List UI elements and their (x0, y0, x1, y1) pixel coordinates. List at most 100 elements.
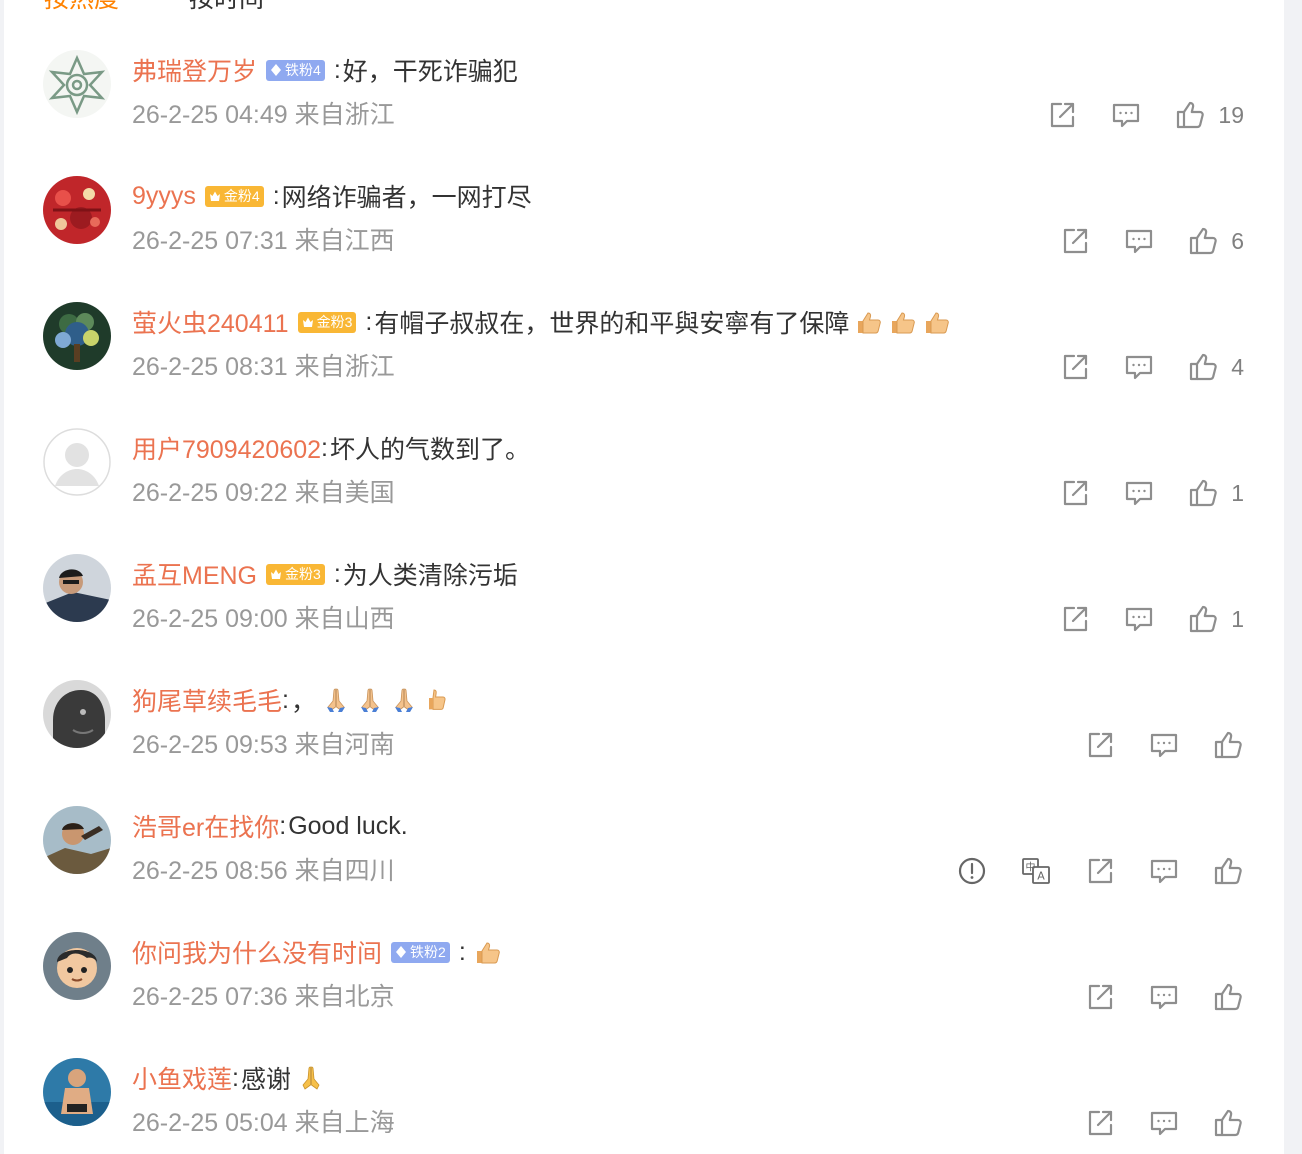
like-count: 4 (1231, 353, 1244, 380)
comment-header: 弗瑞登万岁 铁粉4 : 好，干死诈骗犯 (132, 52, 518, 88)
folded-hands-icon (356, 686, 384, 714)
comment-meta: 26-2-25 09:53 来自河南 (132, 727, 395, 763)
like-icon (1187, 477, 1219, 509)
comment-header: 孟互MENG 金粉3 : 为人类清除污垢 (132, 556, 518, 592)
comment-icon (1148, 855, 1180, 887)
share-button[interactable] (1046, 99, 1078, 131)
comment-button[interactable] (1148, 1107, 1180, 1139)
share-button[interactable] (1084, 729, 1116, 761)
username-link[interactable]: 9yyys (132, 182, 196, 211)
comment-item: 你问我为什么没有时间 铁粉2 : 26-2-25 07:36 来自北京 (4, 932, 1284, 1058)
comment-item: 孟互MENG 金粉3 : 为人类清除污垢 26-2-25 09:00 来自山西 1 (4, 554, 1284, 680)
comment-meta: 26-2-25 04:49 来自浙江 (132, 97, 395, 133)
like-button[interactable] (1212, 855, 1244, 887)
comments-panel: 按热度 按时间 弗瑞登万岁铁粉4 :好，干死诈骗犯 26-2-25 04:49 来… (4, 0, 1284, 1154)
like-button[interactable] (1212, 729, 1244, 761)
comment-icon (1123, 351, 1155, 383)
share-button[interactable] (1059, 477, 1091, 509)
share-button[interactable] (1059, 351, 1091, 383)
share-button[interactable] (1084, 855, 1116, 887)
like-button[interactable]: 6 (1187, 225, 1244, 257)
username-link[interactable]: 弗瑞登万岁 (132, 52, 257, 88)
comment-location: 来自江西 (294, 227, 395, 255)
comment-text: ， (290, 688, 316, 716)
username-link[interactable]: 浩哥er在找你 (132, 808, 279, 844)
translate-button[interactable]: 中A (1020, 855, 1052, 887)
thumbs-up-small-icon (424, 686, 452, 714)
avatar[interactable] (43, 176, 111, 244)
like-icon (1174, 99, 1206, 131)
comment-location: 来自四川 (294, 857, 395, 885)
comment-button[interactable] (1148, 729, 1180, 761)
comment-time: 26-2-25 09:53 (132, 731, 288, 759)
svg-text:A: A (1037, 870, 1045, 883)
share-button[interactable] (1059, 603, 1091, 635)
comment-text: 网络诈骗者，一网打尽 (281, 184, 532, 212)
comment-icon (1123, 603, 1155, 635)
like-button[interactable]: 1 (1187, 603, 1244, 635)
share-button[interactable] (1059, 225, 1091, 257)
username-link[interactable]: 小鱼戏莲 (132, 1060, 232, 1096)
fan-badge-label: 金粉4 (223, 187, 260, 204)
username-link[interactable]: 用户7909420602 (132, 430, 321, 466)
like-count: 1 (1231, 479, 1244, 506)
like-button[interactable]: 19 (1174, 99, 1244, 131)
share-button[interactable] (1084, 1107, 1116, 1139)
like-button[interactable]: 1 (1187, 477, 1244, 509)
comment-actions: 中A (956, 854, 1244, 888)
comment-actions: 19 (1046, 98, 1244, 132)
username-link[interactable]: 狗尾草续毛毛 (132, 682, 282, 718)
comment-header: 小鱼戏莲: 感谢 (132, 1060, 325, 1096)
tab-sort-by-hot[interactable]: 按热度 (44, 0, 119, 14)
username-link[interactable]: 孟互MENG (132, 556, 257, 592)
fan-badge[interactable]: 铁粉2 (391, 941, 450, 963)
comment-meta: 26-2-25 08:31 来自浙江 (132, 349, 395, 385)
comment-header: 狗尾草续毛毛:， (132, 682, 452, 718)
comment-button[interactable] (1123, 603, 1155, 635)
fan-badge[interactable]: 金粉3 (297, 311, 357, 333)
comment-time: 26-2-25 08:31 (132, 353, 288, 381)
avatar[interactable] (43, 1058, 111, 1126)
comment-button[interactable] (1148, 981, 1180, 1013)
comment-text: 坏人的气数到了。 (330, 436, 531, 464)
like-icon (1187, 603, 1219, 635)
comment-button[interactable] (1148, 855, 1180, 887)
tab-sort-by-time[interactable]: 按时间 (189, 0, 264, 14)
share-icon (1084, 1107, 1116, 1139)
comment-text: 为人类清除污垢 (342, 562, 518, 590)
fan-badge[interactable]: 金粉3 (266, 563, 325, 585)
comment-button[interactable] (1110, 99, 1142, 131)
comment-actions: 4 (1059, 350, 1244, 384)
comment-button[interactable] (1123, 351, 1155, 383)
comment-button[interactable] (1123, 225, 1155, 257)
share-icon (1059, 225, 1091, 257)
crown-icon (301, 315, 315, 329)
avatar[interactable] (43, 428, 111, 496)
like-button[interactable]: 4 (1187, 351, 1244, 383)
comment-actions (1084, 728, 1244, 762)
avatar[interactable] (43, 932, 111, 1000)
avatar[interactable] (43, 554, 111, 622)
avatar[interactable] (43, 806, 111, 874)
comment-location: 来自河南 (294, 731, 395, 759)
like-button[interactable] (1212, 1107, 1244, 1139)
report-button[interactable] (956, 855, 988, 887)
like-button[interactable] (1212, 981, 1244, 1013)
username-link[interactable]: 你问我为什么没有时间 (132, 934, 382, 970)
avatar[interactable] (43, 302, 111, 370)
comment-text: 有帽子叔叔在，世界的和平與安寧有了保障 (374, 310, 850, 338)
report-icon (956, 855, 988, 887)
fan-badge[interactable]: 金粉4 (204, 185, 264, 207)
like-icon (1212, 981, 1244, 1013)
comment-location: 来自浙江 (294, 101, 395, 129)
comment-location: 来自上海 (294, 1109, 395, 1137)
comment-header: 萤火虫240411 金粉3 : 有帽子叔叔在，世界的和平與安寧有了保障 (132, 304, 951, 340)
like-icon (1187, 351, 1219, 383)
share-button[interactable] (1084, 981, 1116, 1013)
fan-badge[interactable]: 铁粉4 (266, 59, 325, 81)
comment-separator: : (458, 937, 466, 966)
comment-button[interactable] (1123, 477, 1155, 509)
avatar[interactable] (43, 680, 111, 748)
username-link[interactable]: 萤火虫240411 (132, 304, 289, 340)
avatar[interactable] (43, 50, 111, 118)
